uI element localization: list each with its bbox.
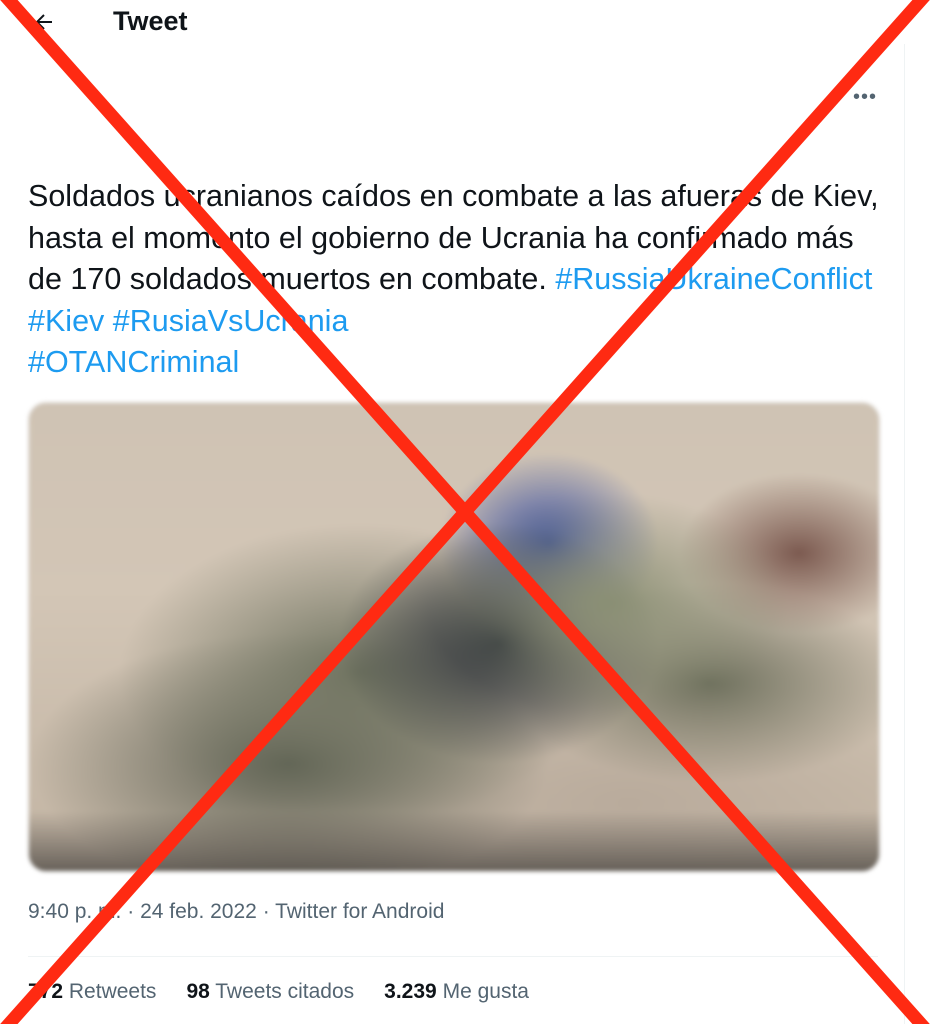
quote-tweets-stat[interactable]: 98 Tweets citados — [186, 978, 354, 1006]
hashtag-link[interactable]: #Kiev — [28, 304, 104, 338]
meta-separator: · — [262, 900, 270, 923]
tweet-stats: 772 Retweets 98 Tweets citados 3.239 Me … — [28, 978, 559, 1006]
arrow-left-icon — [35, 14, 52, 30]
tweet-metadata: 9:40 p. m. · 24 feb. 2022 · Twitter for … — [28, 898, 444, 926]
quote-tweets-count: 98 — [186, 980, 210, 1003]
media-shade — [29, 811, 879, 871]
retweets-count: 772 — [28, 980, 64, 1003]
likes-count: 3.239 — [384, 980, 437, 1003]
top-bar: Tweet — [0, 0, 930, 44]
tweet-date[interactable]: 24 feb. 2022 — [140, 900, 257, 923]
column-border — [904, 44, 905, 1024]
page-title: Tweet — [113, 6, 188, 36]
divider — [28, 956, 878, 957]
likes-stat[interactable]: 3.239 Me gusta — [384, 978, 529, 1006]
retweets-stat[interactable]: 772 Retweets — [28, 978, 156, 1006]
more-horizontal-icon: ••• — [852, 86, 877, 108]
retweets-label: Retweets — [68, 980, 157, 1003]
back-button[interactable] — [26, 6, 62, 38]
quote-tweets-label: Tweets citados — [215, 980, 355, 1003]
hashtag-link[interactable]: #RussiaUkraineConflict — [555, 262, 872, 296]
hashtag-link[interactable]: #RusiaVsUcrania — [113, 304, 349, 338]
tweet-time[interactable]: 9:40 p. m. — [28, 900, 121, 923]
tweet-source[interactable]: Twitter for Android — [275, 900, 444, 923]
meta-separator: · — [127, 900, 135, 923]
tweet-text: Soldados ucranianos caídos en combate a … — [28, 176, 888, 384]
more-options-button[interactable]: ••• — [850, 84, 880, 110]
likes-label: Me gusta — [442, 980, 529, 1003]
hashtag-link[interactable]: #OTANCriminal — [28, 345, 239, 379]
tweet-media-image[interactable] — [28, 402, 880, 872]
